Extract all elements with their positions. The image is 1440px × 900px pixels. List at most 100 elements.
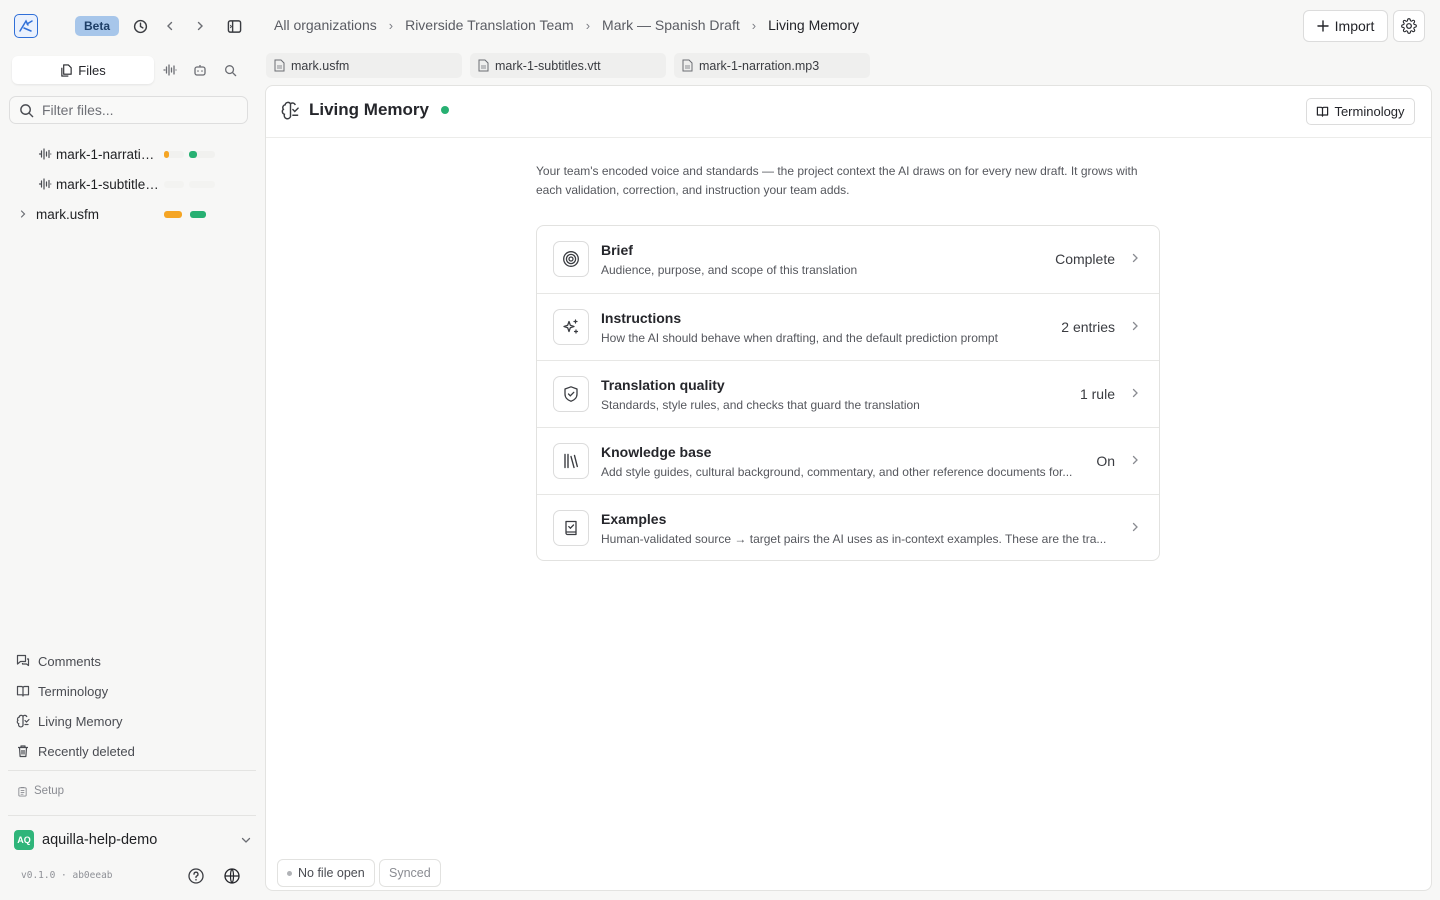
breadcrumb-team[interactable]: Riverside Translation Team xyxy=(405,17,574,33)
file-tab-label: mark-1-narration.mp3 xyxy=(699,58,820,73)
section-status: Complete xyxy=(1055,251,1115,267)
breadcrumb-current: Living Memory xyxy=(768,17,860,33)
breadcrumb-all-organizations[interactable]: All organizations xyxy=(274,17,377,33)
file-tree-item[interactable]: mark-1-subtitles… xyxy=(14,171,250,197)
import-button[interactable]: Import xyxy=(1303,10,1388,42)
page-title-text: Living Memory xyxy=(309,100,429,119)
sync-status-pill: Synced xyxy=(379,859,441,887)
library-icon xyxy=(553,443,589,479)
org-switcher[interactable]: AQ aquilla-help-demo xyxy=(14,829,252,851)
setup-label: Setup xyxy=(34,785,65,797)
settings-button[interactable] xyxy=(1393,10,1425,42)
sidebar-toggle-icon[interactable] xyxy=(223,15,245,37)
sparkles-icon xyxy=(553,309,589,345)
progress-track-b xyxy=(189,180,215,188)
setup-section-label[interactable]: Setup xyxy=(17,785,64,797)
nav-label: Recently deleted xyxy=(38,743,135,759)
status-dot xyxy=(440,106,449,114)
bot-icon xyxy=(194,65,206,76)
section-status: 2 entries xyxy=(1061,319,1115,335)
file-status-text: No file open xyxy=(298,866,365,880)
file-icon xyxy=(478,59,489,72)
section-brief[interactable]: Brief Audience, purpose, and scope of th… xyxy=(537,226,1159,293)
import-button-label: Import xyxy=(1334,18,1375,34)
beta-badge: Beta xyxy=(75,16,120,36)
breadcrumb: All organizations › Riverside Translatio… xyxy=(274,17,859,33)
progress-track-a xyxy=(164,210,182,218)
section-examples[interactable]: Examples Human-validated source → target… xyxy=(537,494,1159,561)
file-tree-item[interactable]: mark-1-narratio… xyxy=(14,141,250,167)
progress-bar-b xyxy=(189,150,197,158)
chevron-down-icon xyxy=(241,837,251,843)
section-title: Brief xyxy=(601,242,633,258)
help-icon[interactable] xyxy=(187,867,205,885)
filter-files-field[interactable] xyxy=(9,96,248,124)
section-description: Standards, style rules, and checks that … xyxy=(601,398,920,412)
file-tab-vtt[interactable]: mark-1-subtitles.vtt xyxy=(470,53,666,78)
nav-label: Comments xyxy=(38,653,101,669)
filter-files-input[interactable] xyxy=(42,102,242,118)
logo-icon xyxy=(19,19,33,32)
chevron-right-icon[interactable] xyxy=(18,209,28,219)
file-name: mark-1-narratio… xyxy=(56,146,156,162)
tab-ai[interactable] xyxy=(189,59,211,81)
chevron-right-icon xyxy=(1132,388,1138,398)
file-tab-label: mark.usfm xyxy=(291,58,350,73)
nav-living-memory[interactable]: Living Memory xyxy=(16,709,123,733)
comments-icon xyxy=(16,654,30,667)
file-tab-usfm[interactable]: mark.usfm xyxy=(266,53,462,78)
forward-icon[interactable] xyxy=(189,15,211,37)
plus-icon xyxy=(1316,20,1329,32)
chevron-right-icon xyxy=(1132,321,1138,331)
nav-terminology[interactable]: Terminology xyxy=(16,679,108,703)
back-icon[interactable] xyxy=(159,15,181,37)
sync-status-text: Synced xyxy=(389,866,431,880)
progress-bar-a xyxy=(164,150,169,158)
nav-recently-deleted[interactable]: Recently deleted xyxy=(16,739,135,763)
history-icon[interactable] xyxy=(129,15,151,37)
terminology-button-label: Terminology xyxy=(1334,104,1405,119)
tab-search[interactable] xyxy=(219,59,241,81)
file-tab-mp3[interactable]: mark-1-narration.mp3 xyxy=(674,53,870,78)
breadcrumb-project[interactable]: Mark — Spanish Draft xyxy=(602,17,740,33)
section-description: Audience, purpose, and scope of this tra… xyxy=(601,263,858,277)
org-name: aquilla-help-demo xyxy=(42,832,158,848)
section-knowledge-base[interactable]: Knowledge base Add style guides, cultura… xyxy=(537,427,1159,494)
globe-icon[interactable] xyxy=(223,867,241,885)
brain-icon xyxy=(16,714,30,728)
org-avatar: AQ xyxy=(14,830,34,850)
chevron-right-icon xyxy=(1132,455,1138,465)
terminology-button[interactable]: Terminology xyxy=(1306,98,1415,125)
waveform-icon xyxy=(38,178,52,190)
file-name: mark.usfm xyxy=(36,206,100,222)
waveform-icon xyxy=(163,64,177,76)
progress-track-b xyxy=(189,150,215,158)
progress-track-a xyxy=(164,180,184,188)
file-name: mark-1-subtitles… xyxy=(56,176,162,192)
file-status-pill: No file open xyxy=(277,859,375,887)
file-tree-folder[interactable]: mark.usfm xyxy=(14,201,250,227)
file-icon xyxy=(682,59,693,72)
waveform-icon xyxy=(38,148,52,160)
nav-comments[interactable]: Comments xyxy=(16,649,101,673)
section-description: How the AI should behave when drafting, … xyxy=(601,331,998,345)
trash-icon xyxy=(18,745,28,758)
file-tab-label: mark-1-subtitles.vtt xyxy=(495,58,601,73)
nav-label: Terminology xyxy=(38,683,109,699)
search-icon xyxy=(224,64,236,76)
section-description: Human-validated source → target pairs th… xyxy=(601,532,1107,546)
tab-files[interactable]: Files xyxy=(12,56,154,84)
section-translation-quality[interactable]: Translation quality Standards, style rul… xyxy=(537,360,1159,427)
status-dot xyxy=(287,870,292,876)
page-title: Living Memory xyxy=(281,100,449,120)
section-title: Knowledge base xyxy=(601,444,712,460)
gear-icon xyxy=(1401,18,1417,34)
breadcrumb-separator: › xyxy=(388,17,394,33)
tab-audio[interactable] xyxy=(159,59,181,81)
memory-sections-list: Brief Audience, purpose, and scope of th… xyxy=(536,225,1160,561)
clipboard-icon xyxy=(18,786,27,797)
section-title: Instructions xyxy=(601,310,682,326)
app-logo[interactable] xyxy=(14,14,38,38)
book-icon xyxy=(1317,106,1329,117)
section-instructions[interactable]: Instructions How the AI should behave wh… xyxy=(537,293,1159,360)
